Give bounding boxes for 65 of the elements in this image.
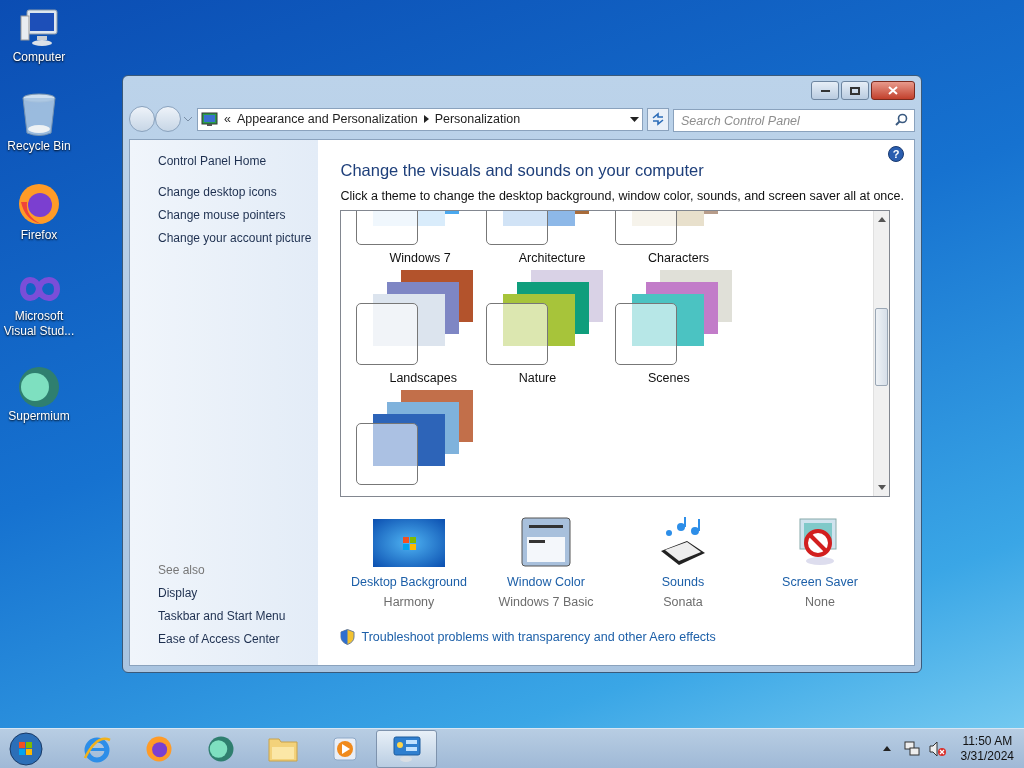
sidebar-link[interactable]: Taskbar and Start Menu bbox=[158, 609, 319, 624]
desktop-shortcut[interactable]: Computer bbox=[0, 6, 78, 65]
theme-name: Architecture bbox=[518, 251, 586, 266]
theme-preview[interactable] bbox=[614, 270, 735, 365]
clock[interactable]: 11:50 AM 3/31/2024 bbox=[960, 733, 1014, 764]
help-button[interactable]: ? bbox=[888, 146, 904, 162]
taskbar-button[interactable] bbox=[376, 729, 437, 768]
control-panel-icon bbox=[391, 734, 422, 763]
sidebar-link[interactable]: Change desktop icons bbox=[158, 185, 319, 200]
search-icon bbox=[895, 112, 908, 126]
close-icon bbox=[888, 86, 898, 95]
setting-link[interactable]: Desktop Background bbox=[350, 575, 467, 590]
see-also-heading: See also bbox=[158, 563, 206, 578]
troubleshoot-link[interactable]: Troubleshoot problems with transparency and other Aero effects bbox=[361, 629, 716, 645]
theme-name: Landscapes bbox=[389, 371, 457, 386]
scroll-down-arrow-icon[interactable] bbox=[877, 485, 886, 490]
setting-value: Harmony bbox=[383, 595, 435, 610]
setting-value: Windows 7 Basic bbox=[498, 595, 594, 610]
address-bar[interactable]: « Appearance and Personalization Personalization bbox=[197, 107, 643, 131]
setting-value: Sonata bbox=[663, 595, 703, 610]
desktop-shortcut[interactable]: Microsoft Visual Stud... bbox=[0, 269, 78, 339]
start-button[interactable] bbox=[6, 729, 46, 768]
dropdown-caret-icon bbox=[183, 116, 193, 122]
theme-name: Windows 7 bbox=[389, 251, 451, 266]
sidebar-link[interactable]: Display bbox=[158, 586, 319, 601]
windows-orb-icon bbox=[8, 730, 44, 767]
chevron-right-icon bbox=[423, 115, 429, 123]
page-heading: Change the visuals and sounds on your computer bbox=[340, 160, 705, 180]
theme-preview[interactable] bbox=[485, 270, 606, 365]
monitor-icon bbox=[201, 111, 218, 127]
desktop-shortcut[interactable]: Firefox bbox=[0, 180, 78, 243]
network-icon[interactable] bbox=[902, 740, 921, 757]
window-icon bbox=[520, 517, 571, 567]
refresh-arrows-icon bbox=[651, 112, 665, 126]
theme-name: Nature bbox=[518, 371, 557, 386]
scrollbar-thumb[interactable] bbox=[875, 308, 889, 386]
breadcrumb-item[interactable]: Personalization bbox=[434, 109, 521, 129]
desktop-shortcut[interactable]: Supermium bbox=[0, 365, 78, 424]
description-text: Click a theme to change the desktop background, window color, sounds, and screen saver all at once. bbox=[340, 189, 904, 204]
dropdown-caret-icon bbox=[630, 116, 639, 122]
sidebar-link[interactable]: Change mouse pointers bbox=[158, 208, 319, 223]
desktop-shortcut[interactable]: Recycle Bin bbox=[0, 91, 78, 154]
close-button[interactable] bbox=[871, 81, 915, 100]
setting-value: None bbox=[805, 595, 835, 610]
theme-name: Characters bbox=[647, 251, 710, 266]
search-field[interactable]: Search Control Panel bbox=[673, 109, 915, 132]
sidebar-link[interactable]: Change your account picture bbox=[158, 231, 319, 246]
theme-name: Scenes bbox=[647, 371, 690, 386]
caret-up-icon[interactable] bbox=[882, 746, 891, 751]
play-icon bbox=[330, 734, 359, 763]
minimize-button[interactable] bbox=[811, 81, 839, 100]
breadcrumb-item[interactable]: « bbox=[224, 109, 231, 129]
refresh-button[interactable] bbox=[647, 107, 669, 131]
wallpaper-thumbnail-icon bbox=[372, 519, 445, 567]
setting-link[interactable]: Window Color bbox=[507, 575, 585, 590]
setting-link[interactable]: Sounds bbox=[661, 575, 705, 590]
shield-icon bbox=[340, 629, 356, 645]
sidebar-link[interactable]: Control Panel Home bbox=[158, 154, 319, 169]
scroll-up-arrow-icon[interactable] bbox=[877, 217, 886, 222]
breadcrumb-item[interactable]: Appearance and Personalization bbox=[236, 109, 418, 129]
scrollbar[interactable] bbox=[873, 211, 890, 496]
setting-link[interactable]: Screen Saver bbox=[782, 575, 858, 590]
sidebar-link[interactable]: Ease of Access Center bbox=[158, 632, 319, 647]
muted-speaker-icon[interactable] bbox=[928, 740, 947, 757]
maximize-button[interactable] bbox=[841, 81, 869, 100]
